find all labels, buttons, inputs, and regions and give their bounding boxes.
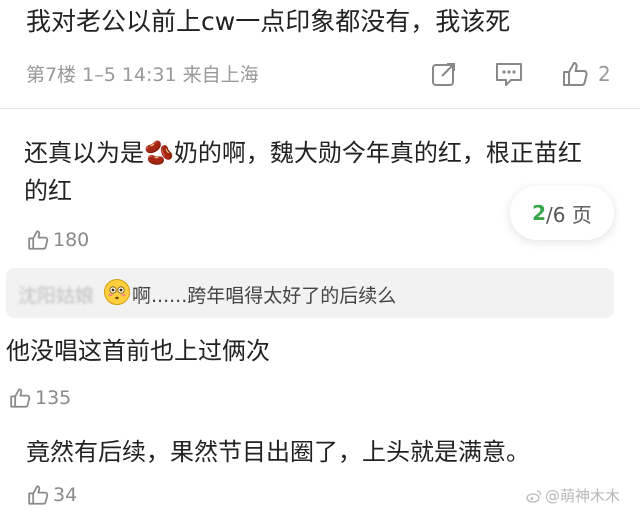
post-meta: 第7楼 1–5 14:31 来自上海 (26, 64, 259, 86)
comment-text: 竟然有后续，果然节目出圈了，上头就是满意。 (26, 438, 530, 466)
comment-like-button[interactable]: 180 (26, 228, 89, 252)
thumb-up-icon (28, 485, 49, 505)
quoted-username: 沈阳姑娘 (18, 285, 95, 307)
watermark: @萌神木木 (526, 485, 620, 506)
quoted-text: 啊......跨年唱得太好了的后续么 (132, 285, 397, 307)
weibo-logo-icon (526, 489, 542, 503)
like-count: 135 (35, 387, 72, 409)
share-button[interactable] (430, 60, 458, 88)
flushed-emoji-icon (104, 279, 130, 305)
thumb-up-icon (10, 388, 31, 408)
watermark-text: @萌神木木 (545, 487, 621, 505)
divider (0, 108, 640, 109)
page-total: /6 页 (546, 202, 592, 227)
page-current: 2 (532, 201, 547, 225)
share-icon (432, 63, 455, 86)
comment-like-button[interactable]: 135 (8, 386, 71, 410)
thumb-up-icon (563, 62, 588, 86)
like-button[interactable]: 2 (560, 59, 611, 89)
post-text: 我对老公以前上cw一点印象都没有，我该死 (26, 7, 511, 36)
comment-text: 他没唱这首前也上过俩次 (6, 337, 270, 365)
post-actions: 2 (430, 57, 611, 91)
like-count: 180 (53, 229, 90, 251)
page-indicator[interactable]: 2 /6 页 (510, 186, 614, 240)
like-count: 2 (598, 62, 611, 86)
comment-like-button[interactable]: 34 (26, 483, 77, 507)
thumb-up-icon (28, 230, 49, 250)
comment-icon (496, 63, 522, 86)
comment-button[interactable] (494, 60, 524, 88)
like-count: 34 (53, 484, 78, 506)
